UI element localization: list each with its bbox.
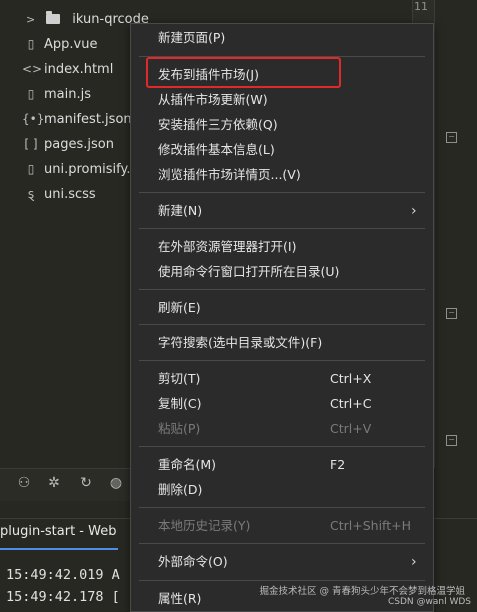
watermark-text-secondary: CSDN @wanl WDS	[388, 597, 472, 607]
menu-item-shortcut: Ctrl+Shift+H	[330, 518, 411, 533]
menu-item-label: 剪切(T)	[158, 371, 201, 386]
menu-item-shortcut: Ctrl+C	[330, 396, 372, 411]
menu-item-shortcut: F2	[330, 457, 346, 472]
menu-separator	[139, 192, 425, 193]
menu-item-copy[interactable]: 复制(C) Ctrl+C	[131, 392, 433, 416]
refresh-settings-icon[interactable]: ↻	[78, 475, 94, 491]
tree-file-item[interactable]: {•}manifest.json	[22, 107, 132, 132]
scss-file-icon: ȿ	[27, 187, 35, 201]
menu-item-label: 外部命令(O)	[158, 554, 228, 569]
console-log-line: 15:49:42.019 A	[6, 567, 120, 583]
submenu-arrow-icon: ›	[411, 554, 417, 570]
binoculars-icon[interactable]: ⚇	[16, 475, 32, 491]
menu-item-label: 字符搜索(选中目录或文件)(F)	[158, 335, 323, 350]
menu-item-label: 重命名(M)	[158, 457, 217, 472]
menu-item-local-history: 本地历史记录(Y) Ctrl+Shift+H	[131, 514, 433, 538]
menu-item-label: 属性(R)	[158, 591, 202, 606]
tree-file-label: pages.json	[44, 137, 114, 152]
tree-file-label: uni.scss	[44, 187, 96, 202]
js-file-icon: ▯	[27, 162, 35, 176]
menu-separator	[139, 507, 425, 508]
menu-item-rename[interactable]: 重命名(M) F2	[131, 453, 433, 477]
tree-file-item[interactable]: [ ] pages.json	[22, 132, 114, 157]
menu-item-open-in-explorer[interactable]: 在外部资源管理器打开(I)	[131, 235, 433, 259]
menu-item-label: 新建页面(P)	[158, 30, 226, 45]
menu-separator	[139, 580, 425, 581]
menu-item-browse-plugin-market-page[interactable]: 浏览插件市场详情页...(V)	[131, 163, 433, 187]
menu-item-label: 修改插件基本信息(L)	[158, 142, 275, 157]
console-tab[interactable]: plugin-start - Web	[0, 524, 116, 539]
menu-item-shortcut: Ctrl+V	[330, 421, 372, 436]
tree-file-label: main.js	[44, 87, 91, 102]
menu-separator	[139, 446, 425, 447]
fold-toggle-icon[interactable]: −	[446, 308, 457, 319]
menu-item-refresh[interactable]: 刷新(E)	[131, 296, 433, 320]
watermark-text: 掘金技术社区 @ 青春狗头少年不会梦到格温学姐	[259, 586, 465, 597]
menu-separator	[139, 543, 425, 544]
submenu-arrow-icon: ›	[411, 203, 417, 219]
tree-file-item[interactable]: ▯ App.vue	[22, 32, 98, 57]
chevron-right-icon[interactable]: >	[26, 7, 38, 32]
menu-separator	[139, 289, 425, 290]
tree-file-label: index.html	[44, 62, 114, 77]
menu-item-label: 复制(C)	[158, 396, 202, 411]
palette-icon[interactable]: ◍	[108, 475, 124, 491]
menu-separator	[139, 228, 425, 229]
menu-item-label: 使用命令行窗口打开所在目录(U)	[158, 264, 340, 279]
fold-toggle-icon[interactable]: −	[446, 132, 457, 143]
console-log-line: 15:49:42.178 [	[6, 589, 120, 605]
menu-item-label: 粘贴(P)	[158, 421, 201, 436]
active-tab-indicator	[0, 548, 118, 550]
menu-item-label: 安装插件三方依赖(Q)	[158, 117, 278, 132]
menu-item-label: 在外部资源管理器打开(I)	[158, 239, 297, 254]
tree-file-item[interactable]: ▯ main.js	[22, 82, 91, 107]
menu-item-label: 新建(N)	[158, 203, 203, 218]
menu-separator	[139, 324, 425, 325]
html-file-icon: <>	[22, 62, 43, 76]
menu-item-new-page[interactable]: 新建页面(P)	[131, 26, 433, 50]
menu-item-new-submenu[interactable]: 新建(N) ›	[131, 199, 433, 223]
menu-item-label: 刷新(E)	[158, 300, 201, 315]
menu-item-paste: 粘贴(P) Ctrl+V	[131, 417, 433, 441]
fold-toggle-icon[interactable]: −	[446, 435, 457, 446]
menu-item-external-commands[interactable]: 外部命令(O) ›	[131, 550, 433, 574]
menu-item-text-search[interactable]: 字符搜索(选中目录或文件)(F)	[131, 331, 433, 355]
context-menu: 新建页面(P) 发布到插件市场(J) 从插件市场更新(W) 安装插件三方依赖(Q) 修改…	[130, 23, 434, 612]
folder-icon	[46, 10, 61, 24]
menu-item-label: 删除(D)	[158, 482, 203, 497]
bug-icon[interactable]: ✲	[46, 475, 62, 491]
menu-item-delete[interactable]: 删除(D)	[131, 478, 433, 502]
highlight-annotation-box	[146, 57, 341, 88]
js-file-icon: ▯	[27, 87, 35, 101]
tree-file-label: manifest.json	[44, 112, 132, 127]
tree-file-item[interactable]: ȿ uni.scss	[22, 182, 96, 207]
menu-item-edit-plugin-info[interactable]: 修改插件基本信息(L)	[131, 138, 433, 162]
menu-item-install-plugin-deps[interactable]: 安装插件三方依赖(Q)	[131, 113, 433, 137]
json-file-icon: {•}	[22, 112, 45, 126]
vue-file-icon: ▯	[27, 37, 35, 51]
menu-item-cut[interactable]: 剪切(T) Ctrl+X	[131, 367, 433, 391]
menu-item-label: 本地历史记录(Y)	[158, 518, 251, 533]
line-number: 11	[414, 0, 428, 13]
menu-separator	[139, 360, 425, 361]
menu-item-shortcut: Ctrl+X	[330, 371, 372, 386]
menu-item-label: 浏览插件市场详情页...(V)	[158, 167, 301, 182]
json-file-icon: [ ]	[24, 137, 38, 151]
menu-item-open-in-terminal[interactable]: 使用命令行窗口打开所在目录(U)	[131, 260, 433, 284]
tree-file-label: App.vue	[44, 37, 98, 52]
menu-item-label: 从插件市场更新(W)	[158, 92, 268, 107]
tree-file-item[interactable]: <> index.html	[22, 57, 113, 82]
menu-item-update-from-plugin-market[interactable]: 从插件市场更新(W)	[131, 88, 433, 112]
tree-file-item[interactable]: ▯ uni.promisify.ad	[22, 157, 147, 182]
